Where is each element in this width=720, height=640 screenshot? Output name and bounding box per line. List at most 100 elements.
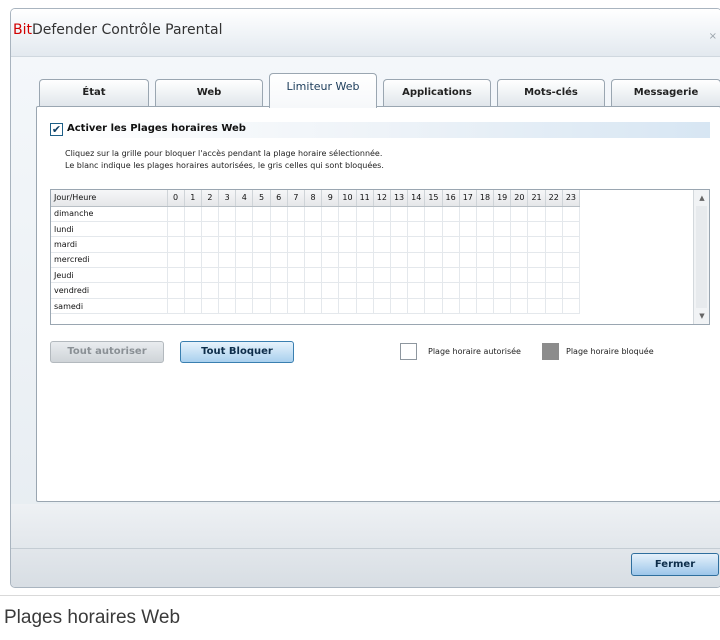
grid-hour-cell[interactable] xyxy=(235,298,254,315)
grid-header-hour[interactable]: 3 xyxy=(218,190,237,207)
grid-hour-cell[interactable] xyxy=(442,298,460,315)
grid-hour-cell[interactable] xyxy=(510,206,529,222)
grid-hour-cell[interactable] xyxy=(287,282,306,299)
grid-header-hour[interactable]: 21 xyxy=(527,190,546,207)
grid-header-hour[interactable]: 6 xyxy=(270,190,288,207)
enable-web-schedule-checkbox[interactable]: ✔ xyxy=(50,123,63,136)
grid-day-label[interactable]: vendredi xyxy=(51,282,168,299)
grid-header-hour[interactable]: 18 xyxy=(476,190,495,207)
grid-hour-cell[interactable] xyxy=(338,206,357,222)
grid-hour-cell[interactable] xyxy=(476,206,495,222)
grid-hour-cell[interactable] xyxy=(562,267,581,284)
grid-hour-cell[interactable] xyxy=(287,236,306,253)
grid-header-hour[interactable]: 22 xyxy=(545,190,563,207)
grid-hour-cell[interactable] xyxy=(235,221,254,238)
grid-hour-cell[interactable] xyxy=(338,236,357,253)
grid-day-label[interactable]: lundi xyxy=(51,221,168,238)
grid-hour-cell[interactable] xyxy=(304,267,323,284)
grid-hour-cell[interactable] xyxy=(510,267,529,284)
grid-hour-cell[interactable] xyxy=(390,267,409,284)
grid-hour-cell[interactable] xyxy=(442,221,460,238)
grid-hour-cell[interactable] xyxy=(338,282,357,299)
grid-hour-cell[interactable] xyxy=(424,206,443,222)
grid-hour-cell[interactable] xyxy=(442,252,460,269)
grid-hour-cell[interactable] xyxy=(321,252,340,269)
grid-hour-cell[interactable] xyxy=(493,252,512,269)
schedule-table[interactable]: Jour/Heure 0 1 2 3 4 5 6 7 8 9 10 11 12 13 14 15 16 17 18 19… xyxy=(51,190,581,315)
grid-hour-cell[interactable] xyxy=(493,298,512,315)
grid-header-hour[interactable]: 12 xyxy=(373,190,391,207)
grid-hour-cell[interactable] xyxy=(424,282,443,299)
grid-hour-cell[interactable] xyxy=(338,221,357,238)
close-icon[interactable]: × xyxy=(709,31,717,42)
grid-hour-cell[interactable] xyxy=(321,236,340,253)
grid-hour-cell[interactable] xyxy=(201,236,220,253)
tab-limiteur-web[interactable]: Limiteur Web xyxy=(269,73,377,108)
grid-header-hour[interactable]: 16 xyxy=(442,190,460,207)
grid-hour-cell[interactable] xyxy=(184,298,202,315)
grid-header-hour[interactable]: 17 xyxy=(459,190,477,207)
grid-day-label[interactable]: Jeudi xyxy=(51,267,168,284)
grid-hour-cell[interactable] xyxy=(184,267,202,284)
grid-hour-cell[interactable] xyxy=(218,236,237,253)
tab-web[interactable]: Web xyxy=(155,79,263,107)
grid-hour-cell[interactable] xyxy=(459,252,477,269)
grid-scrollbar[interactable]: ▲ ▼ xyxy=(693,190,709,324)
grid-hour-cell[interactable] xyxy=(510,236,529,253)
grid-hour-cell[interactable] xyxy=(390,298,409,315)
grid-hour-cell[interactable] xyxy=(493,282,512,299)
grid-hour-cell[interactable] xyxy=(510,298,529,315)
grid-hour-cell[interactable] xyxy=(252,221,271,238)
grid-hour-cell[interactable] xyxy=(356,221,374,238)
grid-hour-cell[interactable] xyxy=(493,236,512,253)
grid-hour-cell[interactable] xyxy=(235,206,254,222)
grid-hour-cell[interactable] xyxy=(373,221,391,238)
grid-hour-cell[interactable] xyxy=(218,267,237,284)
grid-hour-cell[interactable] xyxy=(167,252,185,269)
grid-hour-cell[interactable] xyxy=(527,206,546,222)
grid-hour-cell[interactable] xyxy=(476,282,495,299)
grid-hour-cell[interactable] xyxy=(545,252,563,269)
grid-hour-cell[interactable] xyxy=(459,282,477,299)
grid-day-label[interactable]: dimanche xyxy=(51,206,168,222)
grid-hour-cell[interactable] xyxy=(356,252,374,269)
grid-hour-cell[interactable] xyxy=(235,252,254,269)
grid-header-hour[interactable]: 4 xyxy=(235,190,254,207)
grid-hour-cell[interactable] xyxy=(356,206,374,222)
grid-hour-cell[interactable] xyxy=(424,267,443,284)
grid-hour-cell[interactable] xyxy=(252,236,271,253)
grid-hour-cell[interactable] xyxy=(476,236,495,253)
scroll-track[interactable] xyxy=(696,206,707,308)
grid-hour-cell[interactable] xyxy=(459,298,477,315)
grid-hour-cell[interactable] xyxy=(407,252,426,269)
grid-header-hour[interactable]: 20 xyxy=(510,190,529,207)
grid-hour-cell[interactable] xyxy=(304,221,323,238)
grid-hour-cell[interactable] xyxy=(476,252,495,269)
grid-header-hour[interactable]: 11 xyxy=(356,190,374,207)
grid-header-hour[interactable]: 10 xyxy=(338,190,357,207)
grid-hour-cell[interactable] xyxy=(373,298,391,315)
grid-hour-cell[interactable] xyxy=(270,221,288,238)
grid-hour-cell[interactable] xyxy=(356,298,374,315)
grid-hour-cell[interactable] xyxy=(510,252,529,269)
grid-hour-cell[interactable] xyxy=(476,221,495,238)
block-all-button[interactable]: Tout Bloquer xyxy=(180,341,294,363)
grid-hour-cell[interactable] xyxy=(252,252,271,269)
grid-hour-cell[interactable] xyxy=(270,236,288,253)
grid-hour-cell[interactable] xyxy=(184,282,202,299)
grid-hour-cell[interactable] xyxy=(459,206,477,222)
grid-hour-cell[interactable] xyxy=(218,282,237,299)
grid-hour-cell[interactable] xyxy=(459,221,477,238)
grid-hour-cell[interactable] xyxy=(424,252,443,269)
grid-header-hour[interactable]: 9 xyxy=(321,190,340,207)
grid-hour-cell[interactable] xyxy=(390,221,409,238)
grid-hour-cell[interactable] xyxy=(562,282,581,299)
grid-hour-cell[interactable] xyxy=(252,206,271,222)
grid-hour-cell[interactable] xyxy=(562,252,581,269)
grid-header-hour[interactable]: 19 xyxy=(493,190,512,207)
grid-hour-cell[interactable] xyxy=(390,252,409,269)
grid-hour-cell[interactable] xyxy=(562,206,581,222)
grid-hour-cell[interactable] xyxy=(167,298,185,315)
tab-messagerie[interactable]: Messagerie xyxy=(611,79,720,107)
grid-hour-cell[interactable] xyxy=(287,298,306,315)
